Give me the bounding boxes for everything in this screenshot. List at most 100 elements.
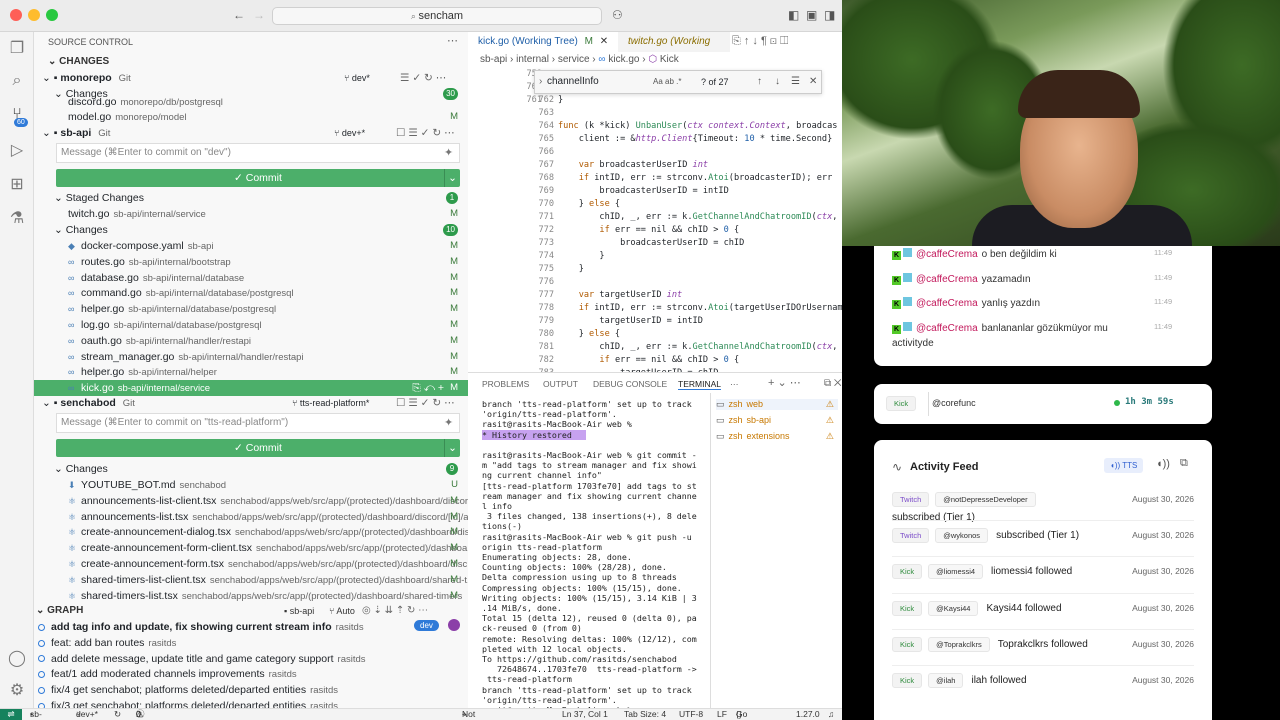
accounts-icon[interactable]: ◯	[8, 648, 26, 668]
file-row[interactable]: ∞ log.go sb-api/internal/database/postgres…	[34, 317, 468, 333]
find-close-icon[interactable]: ✕	[809, 71, 817, 93]
file-row[interactable]: ⚛ announcements-list-client.tsx senchabod/…	[34, 493, 468, 509]
terminal-instance[interactable]: ▭ zsh sb-api ⚠	[716, 415, 838, 426]
minimize-window-button[interactable]	[28, 9, 40, 21]
file-row[interactable]: ∞ database.go sb-api/internal/database M	[34, 270, 468, 286]
volume-icon[interactable]: ◖))	[1156, 458, 1170, 470]
file-row[interactable]: ◆ docker-compose.yaml sb-api M	[34, 238, 468, 254]
code-line[interactable]: 782 if err == nil && chID > 0 {	[468, 354, 842, 367]
commit-message-input[interactable]: Message (⌘Enter to commit on "tts-read-p…	[56, 413, 460, 433]
file-row[interactable]: ⚛ create-announcement-dialog.tsx senchabod…	[34, 524, 468, 540]
breadcrumb-item[interactable]: internal	[516, 54, 549, 65]
back-arrow-icon[interactable]: ←	[233, 8, 245, 22]
status-position[interactable]: Ln 37, Col 1	[562, 709, 608, 720]
graph-actions[interactable]: ◎ ⇣ ⇊ ⇡ ↻ ⋯	[362, 603, 428, 619]
feed-user-pill[interactable]: @Kaysi44	[928, 601, 979, 616]
branch-indicator[interactable]: ⑂ dev+*	[334, 125, 365, 141]
tab-twitch-go[interactable]: twitch.go (Working	[618, 32, 730, 52]
external-link-icon[interactable]: ⧉	[1180, 457, 1188, 470]
chevron-right-icon[interactable]: ›	[539, 71, 542, 93]
feed-user-pill[interactable]: @wykonos	[935, 528, 989, 543]
file-row[interactable]: ⚛ create-announcement-form-client.tsx senc…	[34, 540, 468, 556]
feed-user-pill[interactable]: @ilah	[928, 673, 964, 688]
breadcrumb-item[interactable]: sb-api	[480, 54, 507, 65]
command-center-search[interactable]: ⌕ sencham	[272, 7, 602, 25]
repo-actions[interactable]: ☐ ☰ ✓ ↻ ⋯	[396, 395, 455, 411]
sencha-changes-group[interactable]: ⌄ Changes 9	[34, 461, 468, 477]
feed-user-pill[interactable]: @Toprakclkrs	[928, 637, 990, 652]
file-row[interactable]: ⚛ create-announcement-form.tsx senchabod/a…	[34, 556, 468, 572]
bell-icon[interactable]: ♫	[828, 709, 834, 720]
terminal-instance[interactable]: ▭ zsh extensions ⚠	[716, 431, 838, 442]
extensions-icon[interactable]: ⊞	[8, 174, 26, 194]
branch-indicator[interactable]: ⑂ dev*	[344, 70, 370, 86]
code-line[interactable]: 781 chID, _, err := k.GetChannelAndChatr…	[468, 341, 842, 354]
staged-changes-group[interactable]: ⌄ Staged Changes 1	[34, 190, 468, 206]
find-in-selection-icon[interactable]: ☰	[791, 71, 800, 93]
file-row-actions[interactable]: ⎘ ↶ +	[412, 380, 444, 396]
sparkle-icon[interactable]: ✦	[444, 146, 453, 159]
repo-senchabod[interactable]: ⌄ ▪ senchabod Git ⑂ tts-read-platform* ☐…	[34, 395, 468, 411]
tab-output[interactable]: OUTPUT	[543, 379, 578, 389]
feed-user-pill[interactable]: @liomessi4	[928, 564, 984, 579]
commit-dropdown-chevron-icon[interactable]: ⌄	[444, 169, 460, 187]
more-actions-icon[interactable]: ⋯	[447, 34, 458, 47]
code-line[interactable]: 763	[468, 107, 842, 120]
status-go-version[interactable]: 1.27.0	[796, 709, 820, 720]
repo-monorepo[interactable]: ⌄ ▪ monorepo Git ⑂ dev* ☰ ✓ ↻ ⋯	[34, 70, 468, 86]
repo-actions[interactable]: ☐ ☰ ✓ ↻ ⋯	[396, 125, 455, 141]
chat-username[interactable]: @caffeCrema	[916, 274, 978, 285]
commit-button[interactable]: ✓ Commit ⌄	[56, 169, 460, 187]
breadcrumb-item[interactable]: Kick	[660, 54, 679, 65]
status-eol[interactable]: LF	[717, 709, 727, 720]
code-line[interactable]: 766	[468, 146, 842, 159]
commit-dropdown-chevron-icon[interactable]: ⌄	[444, 439, 460, 457]
code-line[interactable]: 776	[468, 276, 842, 289]
sparkle-icon[interactable]: ✦	[444, 416, 453, 429]
sbapi-changes-group[interactable]: ⌄ Changes 10	[34, 222, 468, 238]
chat-username[interactable]: @caffeCrema	[916, 298, 978, 309]
sync-icon[interactable]: ↻	[114, 709, 121, 720]
file-row[interactable]: ⚛ announcements-list.tsx senchabod/apps/we…	[34, 509, 468, 525]
code-line[interactable]: 773 broadcasterUserID = chID	[468, 237, 842, 250]
code-line[interactable]: 764 func (k *kick) UnbanUser(ctx context.…	[468, 120, 842, 133]
file-row[interactable]: ⚛ shared-timers-list-client.tsx senchabod/…	[34, 572, 468, 588]
status-encoding[interactable]: UTF-8	[679, 709, 703, 720]
graph-repo-selector[interactable]: ▪ sb-api	[284, 603, 314, 619]
code-line[interactable]: 777 var targetUserID int	[468, 289, 842, 302]
close-window-button[interactable]	[10, 9, 22, 21]
commit-message-input[interactable]: Message (⌘Enter to commit on "dev")	[56, 143, 460, 163]
forward-arrow-icon[interactable]: →	[253, 8, 265, 22]
find-prev-arrow-icon[interactable]: ↑	[757, 71, 762, 93]
code-line[interactable]: 772 if err == nil && chID > 0 {	[468, 224, 842, 237]
file-row[interactable]: model.go monorepo/model M	[34, 109, 468, 125]
chat-username[interactable]: @caffeCrema	[916, 249, 978, 260]
graph-commit-row[interactable]: feat/1 add moderated channels improvemen…	[34, 666, 468, 682]
graph-commit-row[interactable]: fix/3 get senchabot; platforms deleted/d…	[34, 698, 468, 708]
new-terminal-icon[interactable]: + ⌄ ⋯	[768, 376, 801, 389]
code-line[interactable]: 765 client := &http.Client{Timeout: 10 *…	[468, 133, 842, 146]
file-row[interactable]: ∞ kick.go sb-api/internal/service M ⎘ ↶ +	[34, 380, 468, 397]
code-line[interactable]: 767 var broadcasterUserID int	[468, 159, 842, 172]
file-row[interactable]: ∞ helper.go sb-api/internal/database/postg…	[34, 301, 468, 317]
graph-mode-selector[interactable]: ⑂ Auto	[329, 603, 355, 619]
graph-section-header[interactable]: ⌄ GRAPH ▪ sb-api ⑂ Auto ◎ ⇣ ⇊ ⇡ ↻ ⋯	[34, 603, 468, 619]
file-row[interactable]: ∞ helper.go sb-api/internal/helper M	[34, 364, 468, 380]
code-line[interactable]: 771 chID, _, err := k.GetChannelAndChatr…	[468, 211, 842, 224]
testing-icon[interactable]: ⚗	[8, 208, 26, 228]
code-line[interactable]: 762}	[468, 94, 842, 107]
code-line[interactable]: 770 } else {	[468, 198, 842, 211]
tab-terminal[interactable]: TERMINAL	[678, 379, 721, 390]
editor-actions[interactable]: ⎘ ↑ ↓ ¶ ⊡ ◫	[732, 35, 788, 48]
layout-panel-icon[interactable]: ▣	[806, 8, 817, 22]
code-line[interactable]: 775 }	[468, 263, 842, 276]
file-row[interactable]: ∞ stream_manager.go sb-api/internal/handle…	[34, 349, 468, 365]
code-line[interactable]: 774 }	[468, 250, 842, 263]
tab-debug-console[interactable]: DEBUG CONSOLE	[593, 379, 667, 389]
layout-sidebar-icon[interactable]: ◧	[788, 8, 799, 22]
code-line[interactable]: 768 if intID, err := strconv.Atoi(broadc…	[468, 172, 842, 185]
status-tabsize[interactable]: Tab Size: 4	[624, 709, 666, 720]
graph-commit-row[interactable]: fix/4 get senchabot; platforms deleted/d…	[34, 682, 468, 698]
file-row[interactable]: ∞ command.go sb-api/internal/database/post…	[34, 285, 468, 301]
code-line[interactable]: 779 targetUserID = intID	[468, 315, 842, 328]
